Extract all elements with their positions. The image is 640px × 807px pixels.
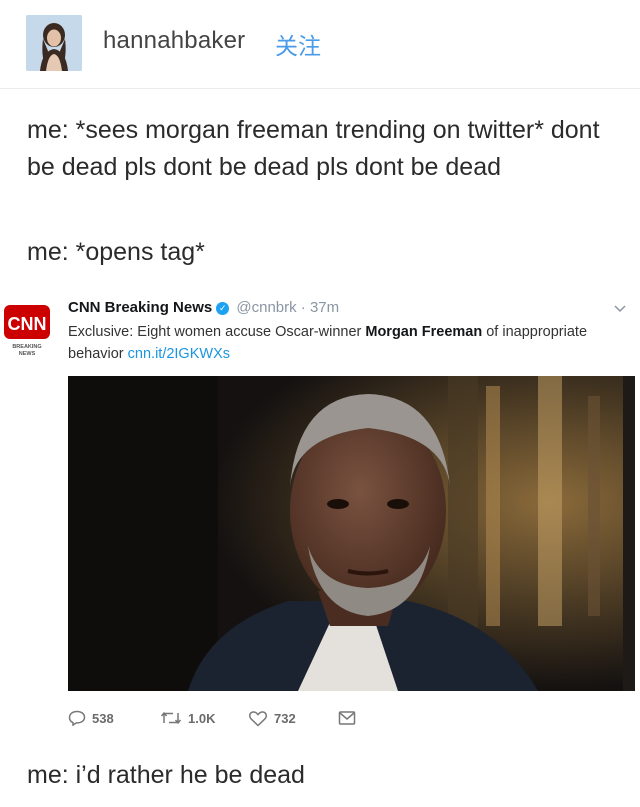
tweet-text-bold: Morgan Freeman: [365, 324, 483, 340]
follow-button[interactable]: 关注: [275, 27, 321, 61]
avatar[interactable]: [26, 15, 82, 71]
cnn-logo: CNN BREAKING NEWS: [3, 305, 51, 357]
post-paragraph-3: me: i’d rather he be dead: [27, 761, 305, 789]
retweet-icon: [160, 711, 182, 725]
reply-icon: [68, 710, 86, 726]
like-icon: [248, 711, 268, 727]
post-paragraph-2: me: *opens tag*: [27, 238, 205, 266]
cnn-logo-text: CNN: [8, 314, 47, 334]
retweet-count: 1.0K: [188, 710, 216, 726]
tweet-header: CNN Breaking News ✓ @cnnbrk · 37m: [68, 299, 339, 316]
tweet-link[interactable]: cnn.it/2IGKWXs: [128, 346, 230, 362]
chevron-down-icon[interactable]: [612, 300, 628, 316]
like-count: 732: [274, 711, 296, 726]
dm-icon: [338, 711, 356, 725]
reply-count: 538: [92, 710, 114, 726]
embedded-tweet: CNN BREAKING NEWS CNN Breaking News ✓ @cn…: [0, 290, 640, 740]
reply-action[interactable]: 538: [68, 710, 114, 726]
dm-action[interactable]: [338, 710, 356, 726]
verified-icon: ✓: [216, 302, 230, 315]
username[interactable]: hannahbaker: [103, 27, 245, 55]
tweet-photo[interactable]: [68, 376, 635, 691]
cnn-logo-sub1: BREAKING: [12, 344, 41, 350]
retweet-action[interactable]: 1.0K: [160, 710, 215, 726]
tweet-actions: 538 1.0K 732: [68, 710, 628, 734]
post-header: hannahbaker 关注: [0, 0, 640, 89]
tweet-handle[interactable]: @cnnbrk · 37m: [236, 299, 339, 316]
like-action[interactable]: 732: [248, 710, 296, 727]
tweet-author[interactable]: CNN Breaking News: [68, 299, 212, 316]
cnn-logo-sub2: NEWS: [19, 351, 36, 357]
post-paragraph-1: me: *sees morgan freeman trending on twi…: [27, 116, 600, 181]
tweet-text-part: Exclusive: Eight women accuse Oscar-winn…: [68, 324, 366, 340]
tweet-text: Exclusive: Eight women accuse Oscar-winn…: [68, 321, 628, 365]
